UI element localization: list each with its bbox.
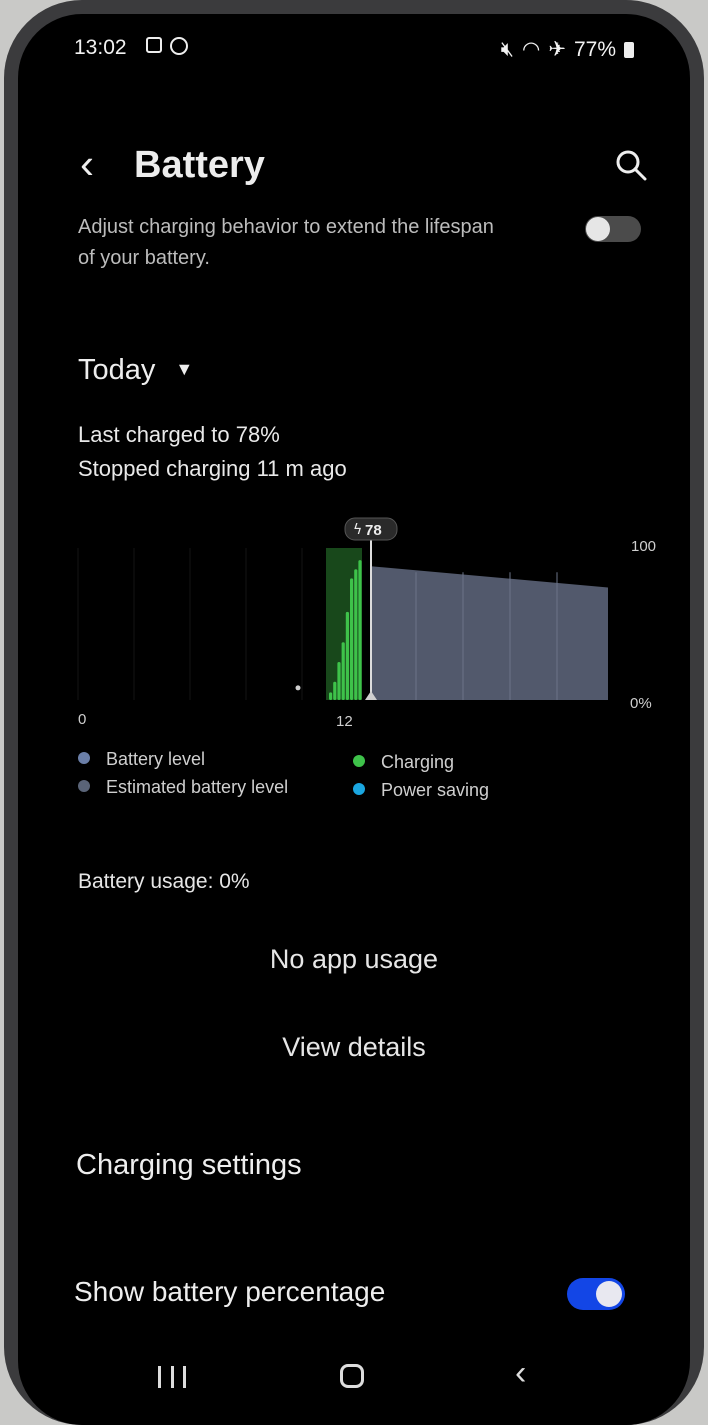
charge-info: Last charged to 78% Stopped charging 11 … bbox=[78, 418, 347, 486]
legend-swatch bbox=[78, 752, 90, 764]
navigation-bar: ‹ bbox=[18, 1348, 690, 1418]
nav-back-icon[interactable]: ‹ bbox=[515, 1354, 526, 1393]
legend-swatch bbox=[353, 755, 365, 767]
charging-bar bbox=[350, 578, 354, 700]
battery-icon bbox=[624, 41, 634, 58]
legend-item: Estimated battery level bbox=[78, 777, 288, 798]
charging-bar bbox=[329, 692, 333, 700]
wifi-icon: ◠ bbox=[522, 38, 541, 61]
battery-usage-label: Battery usage: 0% bbox=[78, 870, 250, 893]
home-icon[interactable] bbox=[340, 1364, 364, 1388]
search-icon[interactable] bbox=[612, 146, 650, 184]
period-label: Today bbox=[78, 354, 156, 386]
legend-item: Power saving bbox=[353, 780, 489, 801]
legend-swatch bbox=[78, 780, 90, 792]
phone-frame: 13:02 🔇︎ ◠ ✈︎ 77% ‹ Battery Adjust charg… bbox=[4, 0, 704, 1425]
x-tick-label: 12 bbox=[336, 713, 353, 730]
mute-icon: 🔇︎ bbox=[500, 37, 515, 61]
x-tick-label: 0 bbox=[78, 711, 86, 728]
charging-bar bbox=[333, 681, 337, 700]
app-notification-icon bbox=[170, 37, 188, 55]
charging-bar bbox=[354, 569, 358, 700]
legend-item: Charging bbox=[353, 752, 454, 773]
show-percentage-label[interactable]: Show battery percentage bbox=[74, 1276, 385, 1308]
period-selector[interactable]: Today ▼ bbox=[78, 354, 193, 387]
adaptive-description: Adjust charging behavior to extend the l… bbox=[78, 216, 494, 269]
estimated-level-area bbox=[371, 566, 608, 700]
battery-chart: ϟ 78 100 0% 0 12 bbox=[74, 517, 674, 730]
charging-bar bbox=[358, 560, 362, 700]
toggle-knob bbox=[586, 217, 610, 241]
stopped-charging-text: Stopped charging 11 m ago bbox=[78, 456, 347, 481]
legend-swatch bbox=[353, 783, 365, 795]
legend-item: Battery level bbox=[78, 749, 205, 770]
charging-bar bbox=[337, 662, 341, 700]
show-percentage-toggle[interactable] bbox=[567, 1278, 625, 1310]
last-charged-text: Last charged to 78% bbox=[78, 422, 280, 447]
screen: 13:02 🔇︎ ◠ ✈︎ 77% ‹ Battery Adjust charg… bbox=[18, 14, 690, 1425]
y-tick-label: 100 bbox=[631, 538, 656, 555]
back-icon[interactable]: ‹ bbox=[80, 143, 94, 185]
app-header: ‹ Battery bbox=[18, 136, 690, 202]
status-bar: 13:02 🔇︎ ◠ ✈︎ 77% bbox=[74, 36, 634, 62]
charging-bar bbox=[341, 642, 345, 700]
status-battery-percent: 77% bbox=[573, 37, 616, 61]
adaptive-toggle[interactable] bbox=[585, 216, 641, 242]
gallery-notification-icon bbox=[146, 37, 162, 53]
dropdown-caret-icon: ▼ bbox=[175, 359, 194, 379]
charging-settings-item[interactable]: Charging settings bbox=[76, 1149, 302, 1182]
bolt-icon: ϟ bbox=[353, 522, 362, 538]
y-tick-label: 0% bbox=[630, 695, 652, 712]
page-title: Battery bbox=[134, 144, 265, 186]
airplane-icon: ✈︎ bbox=[548, 38, 566, 61]
recent-apps-icon[interactable] bbox=[158, 1366, 186, 1388]
no-app-usage-text: No app usage bbox=[269, 944, 439, 974]
status-time: 13:02 bbox=[74, 36, 127, 59]
charging-bar bbox=[345, 611, 349, 700]
view-details-button[interactable]: View details bbox=[18, 1032, 690, 1063]
toggle-knob bbox=[596, 1281, 622, 1307]
start-point bbox=[295, 685, 301, 691]
badge-value: 78 bbox=[365, 522, 382, 539]
